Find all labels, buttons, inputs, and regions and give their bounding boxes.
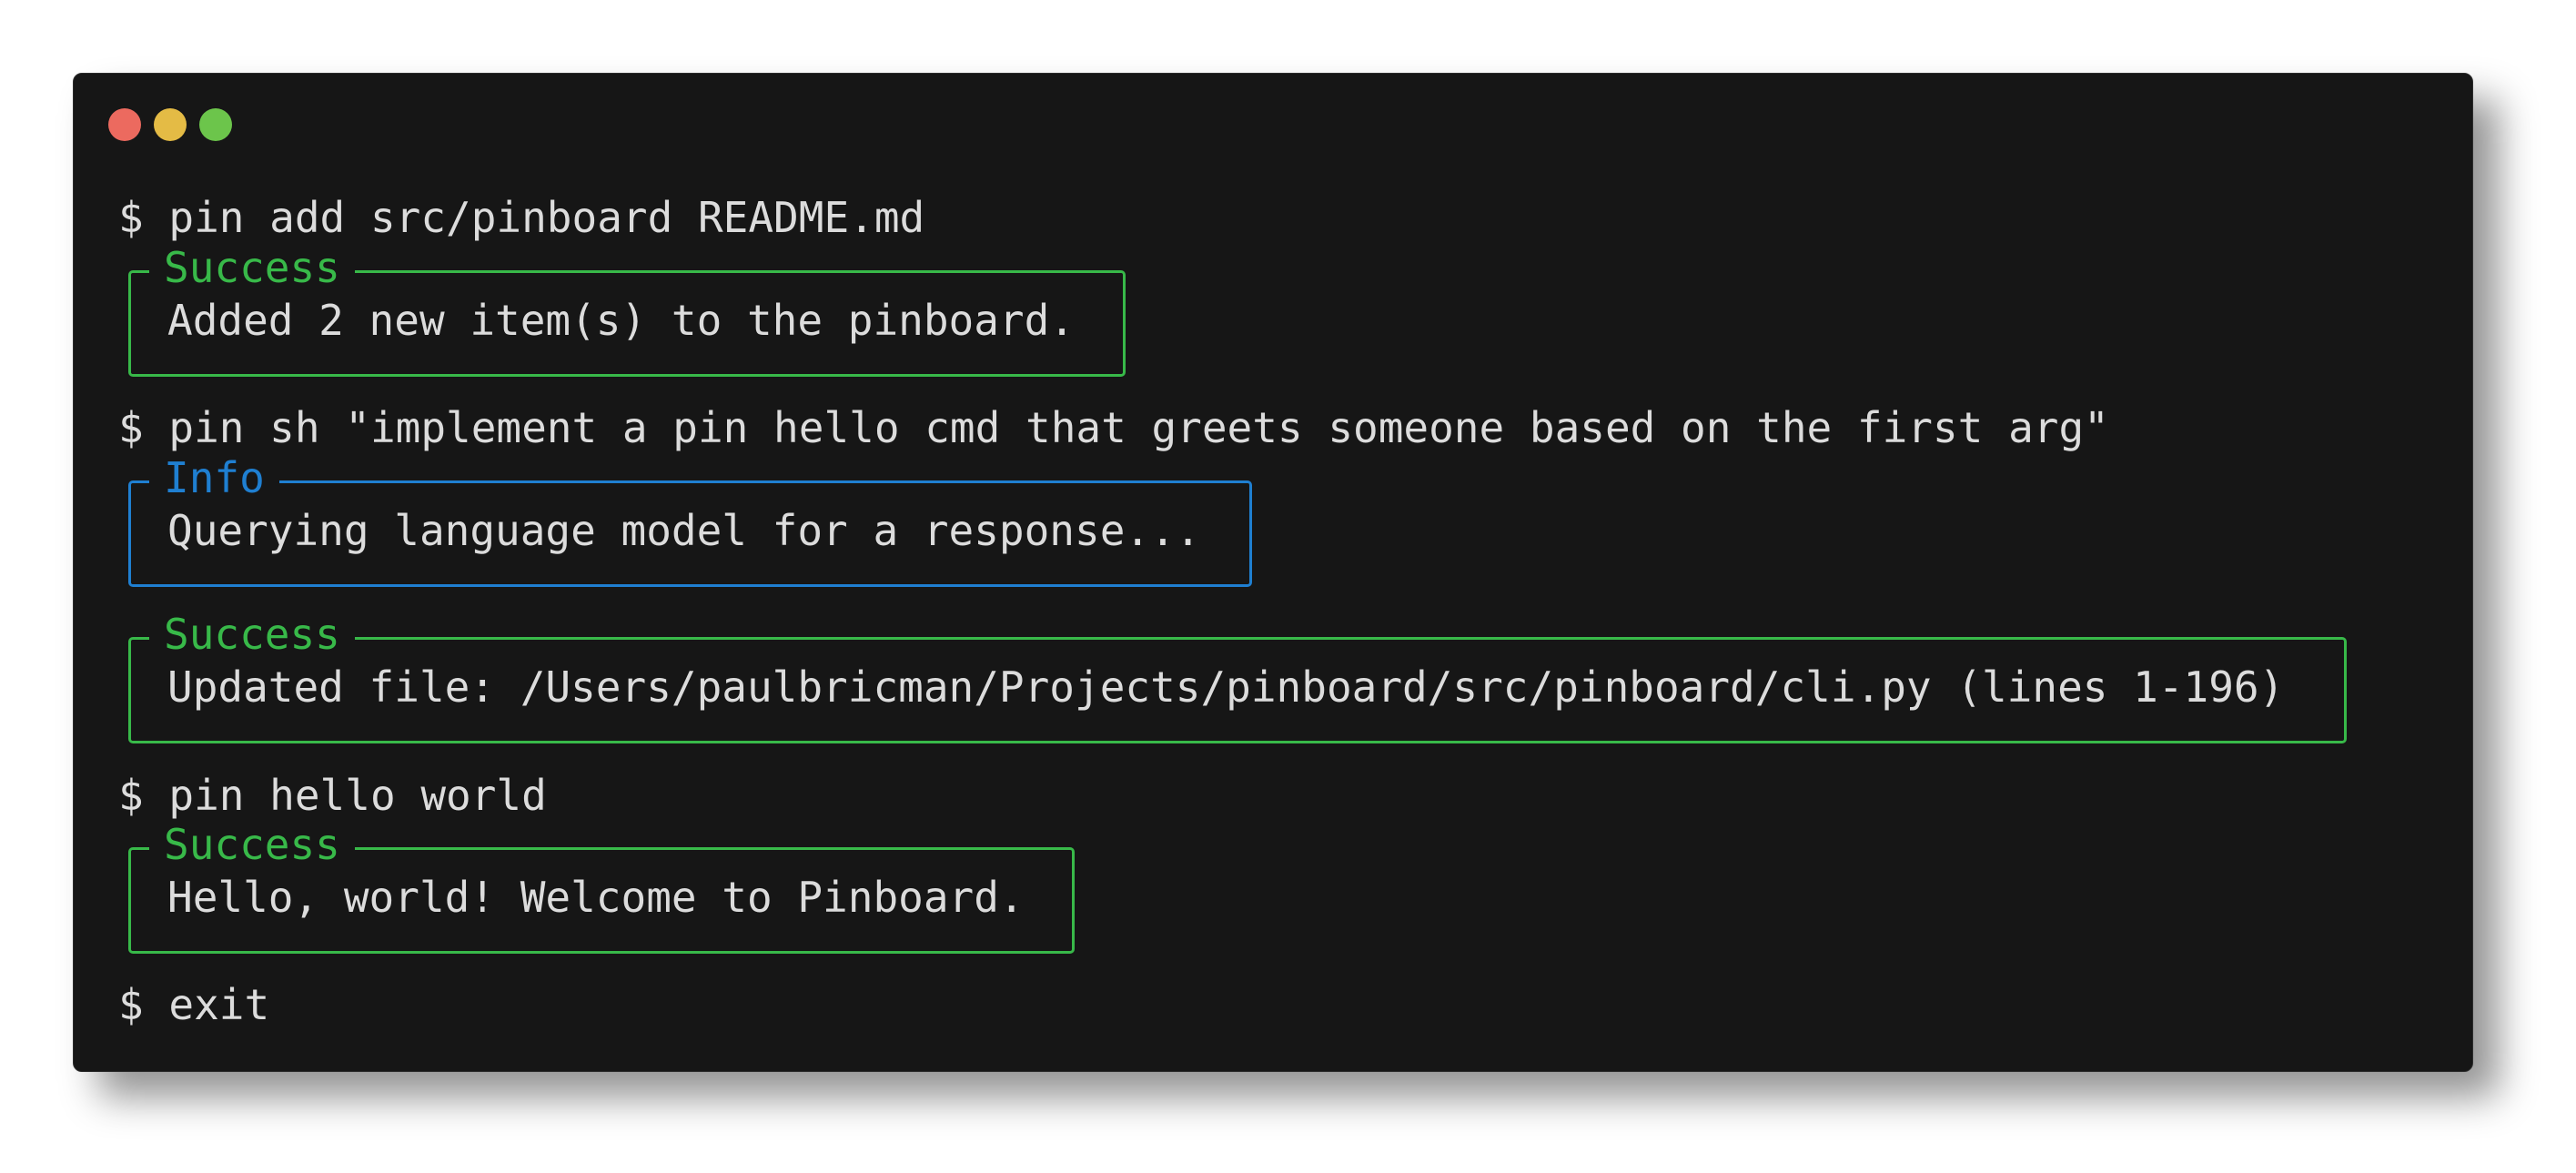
panel-title: Success xyxy=(149,819,355,870)
panel-message: Added 2 new item(s) to the pinboard. xyxy=(167,296,1075,345)
window-controls xyxy=(108,108,232,141)
panel-message: Hello, world! Welcome to Pinboard. xyxy=(167,873,1025,922)
success-panel: Success Added 2 new item(s) to the pinbo… xyxy=(128,242,1126,377)
zoom-window-button[interactable] xyxy=(199,108,232,141)
command-line: $ pin sh "implement a pin hello cmd that… xyxy=(118,403,2109,452)
panel-message: Querying language model for a response..… xyxy=(167,506,1201,555)
command-line: $ pin hello world xyxy=(118,771,547,820)
info-panel: Info Querying language model for a respo… xyxy=(128,452,1252,587)
panel-title: Success xyxy=(149,609,355,660)
panel-message: Updated file: /Users/paulbricman/Project… xyxy=(167,662,2285,712)
minimize-window-button[interactable] xyxy=(154,108,187,141)
success-panel: Success Updated file: /Users/paulbricman… xyxy=(128,609,2347,743)
panel-title: Info xyxy=(149,452,279,503)
panel-title: Success xyxy=(149,242,355,293)
command-line: $ pin add src/pinboard README.md xyxy=(118,193,925,242)
success-panel: Success Hello, world! Welcome to Pinboar… xyxy=(128,819,1075,954)
terminal-window: $ pin add src/pinboard README.md Success… xyxy=(73,73,2473,1072)
command-line: $ exit xyxy=(118,980,270,1029)
close-window-button[interactable] xyxy=(108,108,141,141)
